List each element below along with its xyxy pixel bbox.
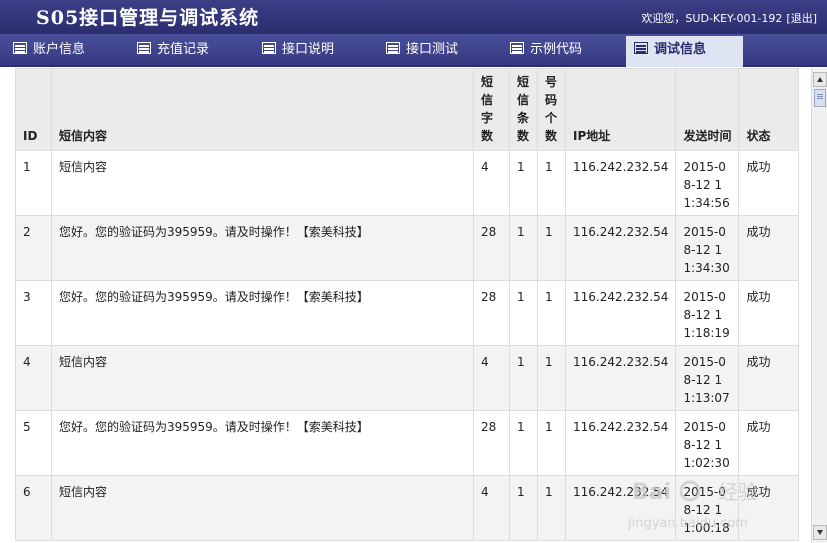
cell-numbers: 1 xyxy=(537,280,566,346)
table-row: 1 短信内容 4 1 1 116.242.232.54 2015-08-12 1… xyxy=(15,150,800,216)
cell-count: 1 xyxy=(509,150,538,216)
cell-count: 1 xyxy=(509,345,538,411)
cell-ip: 116.242.232.54 xyxy=(564,150,677,216)
cell-time: 2015-08-12 11:02:30 xyxy=(675,410,740,476)
cell-id: 6 xyxy=(15,475,52,541)
cell-content: 您好。您的验证码为395959。请及时操作！【索美科技】 xyxy=(51,280,474,346)
cell-time: 2015-08-12 11:00:18 xyxy=(675,475,740,541)
tab-account-info[interactable]: 账户信息 xyxy=(13,36,85,67)
cell-chars: 28 xyxy=(473,215,510,281)
scroll-thumb[interactable] xyxy=(814,89,826,107)
user-bar: 欢迎您，SUD-KEY-001-192 [退出] xyxy=(641,10,817,26)
cell-status: 成功 xyxy=(738,410,800,476)
cell-count: 1 xyxy=(509,280,538,346)
scroll-up-arrow-icon[interactable] xyxy=(813,72,827,87)
cell-id: 3 xyxy=(15,280,52,346)
list-icon xyxy=(13,42,27,54)
cell-chars: 4 xyxy=(473,475,510,541)
cell-time: 2015-08-12 11:13:07 xyxy=(675,345,740,411)
cell-content: 您好。您的验证码为395959。请及时操作！【索美科技】 xyxy=(51,215,474,281)
tab-label: 接口测试 xyxy=(406,42,459,57)
cell-ip: 116.242.232.54 xyxy=(564,410,677,476)
cell-status: 成功 xyxy=(738,280,800,346)
column-header-id: ID xyxy=(15,68,52,151)
cell-chars: 28 xyxy=(473,410,510,476)
table-row: 6 短信内容 4 1 1 116.242.232.54 2015-08-12 1… xyxy=(15,475,800,541)
list-icon xyxy=(137,42,151,54)
list-icon xyxy=(386,42,400,54)
tab-api-docs[interactable]: 接口说明 xyxy=(262,36,334,67)
cell-id: 4 xyxy=(15,345,52,411)
scroll-down-arrow-icon[interactable] xyxy=(813,525,827,540)
column-header-status: 状态 xyxy=(738,68,800,151)
app-title: S05接口管理与调试系统 xyxy=(36,7,260,29)
tab-label: 接口说明 xyxy=(282,42,335,57)
cell-ip: 116.242.232.54 xyxy=(564,215,677,281)
cell-status: 成功 xyxy=(738,345,800,411)
cell-ip: 116.242.232.54 xyxy=(564,280,677,346)
app-header: S05接口管理与调试系统 欢迎您，SUD-KEY-001-192 [退出] xyxy=(0,0,827,34)
cell-chars: 28 xyxy=(473,280,510,346)
tab-label: 示例代码 xyxy=(530,42,583,57)
cell-content: 短信内容 xyxy=(51,345,474,411)
cell-content: 短信内容 xyxy=(51,475,474,541)
main-nav: 账户信息 充值记录 接口说明 接口测试 示例代码 调试信息 xyxy=(0,34,827,67)
table-row: 2 您好。您的验证码为395959。请及时操作！【索美科技】 28 1 1 11… xyxy=(15,215,800,281)
cell-status: 成功 xyxy=(738,215,800,281)
page: S05接口管理与调试系统 欢迎您，SUD-KEY-001-192 [退出] 账户信… xyxy=(0,0,827,543)
cell-numbers: 1 xyxy=(537,150,566,216)
cell-ip: 116.242.232.54 xyxy=(564,345,677,411)
table-row: 3 您好。您的验证码为395959。请及时操作！【索美科技】 28 1 1 11… xyxy=(15,280,800,346)
column-header-chars: 短信字数 xyxy=(473,68,510,151)
cell-content: 短信内容 xyxy=(51,150,474,216)
cell-id: 5 xyxy=(15,410,52,476)
cell-numbers: 1 xyxy=(537,475,566,541)
list-icon xyxy=(262,42,276,54)
cell-chars: 4 xyxy=(473,150,510,216)
cell-status: 成功 xyxy=(738,475,800,541)
debug-log-panel: ID 短信内容 短信字数 短信条数 号码个数 IP地址 发送时间 状态 1 短信… xyxy=(0,68,811,543)
cell-id: 2 xyxy=(15,215,52,281)
cell-count: 1 xyxy=(509,410,538,476)
tab-label: 账户信息 xyxy=(33,42,86,57)
list-icon xyxy=(510,42,524,54)
cell-chars: 4 xyxy=(473,345,510,411)
cell-status: 成功 xyxy=(738,150,800,216)
tab-label: 充值记录 xyxy=(157,42,210,57)
cell-numbers: 1 xyxy=(537,345,566,411)
tab-api-test[interactable]: 接口测试 xyxy=(386,36,458,67)
cell-id: 1 xyxy=(15,150,52,216)
table-header-row: ID 短信内容 短信字数 短信条数 号码个数 IP地址 发送时间 状态 xyxy=(15,68,800,151)
tab-label: 调试信息 xyxy=(654,42,707,57)
cell-time: 2015-08-12 11:34:30 xyxy=(675,215,740,281)
cell-count: 1 xyxy=(509,475,538,541)
cell-count: 1 xyxy=(509,215,538,281)
cell-ip: 116.242.232.54 xyxy=(564,475,677,541)
cell-time: 2015-08-12 11:34:56 xyxy=(675,150,740,216)
tab-debug-info[interactable]: 调试信息 xyxy=(626,36,743,67)
column-header-count: 短信条数 xyxy=(509,68,538,151)
cell-time: 2015-08-12 11:18:19 xyxy=(675,280,740,346)
logout-link[interactable]: [退出] xyxy=(786,10,817,26)
column-header-ip: IP地址 xyxy=(564,68,677,151)
cell-content: 您好。您的验证码为395959。请及时操作！【索美科技】 xyxy=(51,410,474,476)
tab-sample-code[interactable]: 示例代码 xyxy=(510,36,582,67)
welcome-text: 欢迎您，SUD-KEY-001-192 xyxy=(641,12,783,25)
column-header-time: 发送时间 xyxy=(675,68,740,151)
vertical-scrollbar[interactable] xyxy=(811,68,827,543)
cell-numbers: 1 xyxy=(537,410,566,476)
column-header-content: 短信内容 xyxy=(51,68,474,151)
debug-log-table: ID 短信内容 短信字数 短信条数 号码个数 IP地址 发送时间 状态 1 短信… xyxy=(15,68,800,541)
column-header-numbers: 号码个数 xyxy=(537,68,566,151)
cell-numbers: 1 xyxy=(537,215,566,281)
table-row: 4 短信内容 4 1 1 116.242.232.54 2015-08-12 1… xyxy=(15,345,800,411)
table-row: 5 您好。您的验证码为395959。请及时操作！【索美科技】 28 1 1 11… xyxy=(15,410,800,476)
list-icon xyxy=(634,42,648,54)
tab-recharge-records[interactable]: 充值记录 xyxy=(137,36,209,67)
